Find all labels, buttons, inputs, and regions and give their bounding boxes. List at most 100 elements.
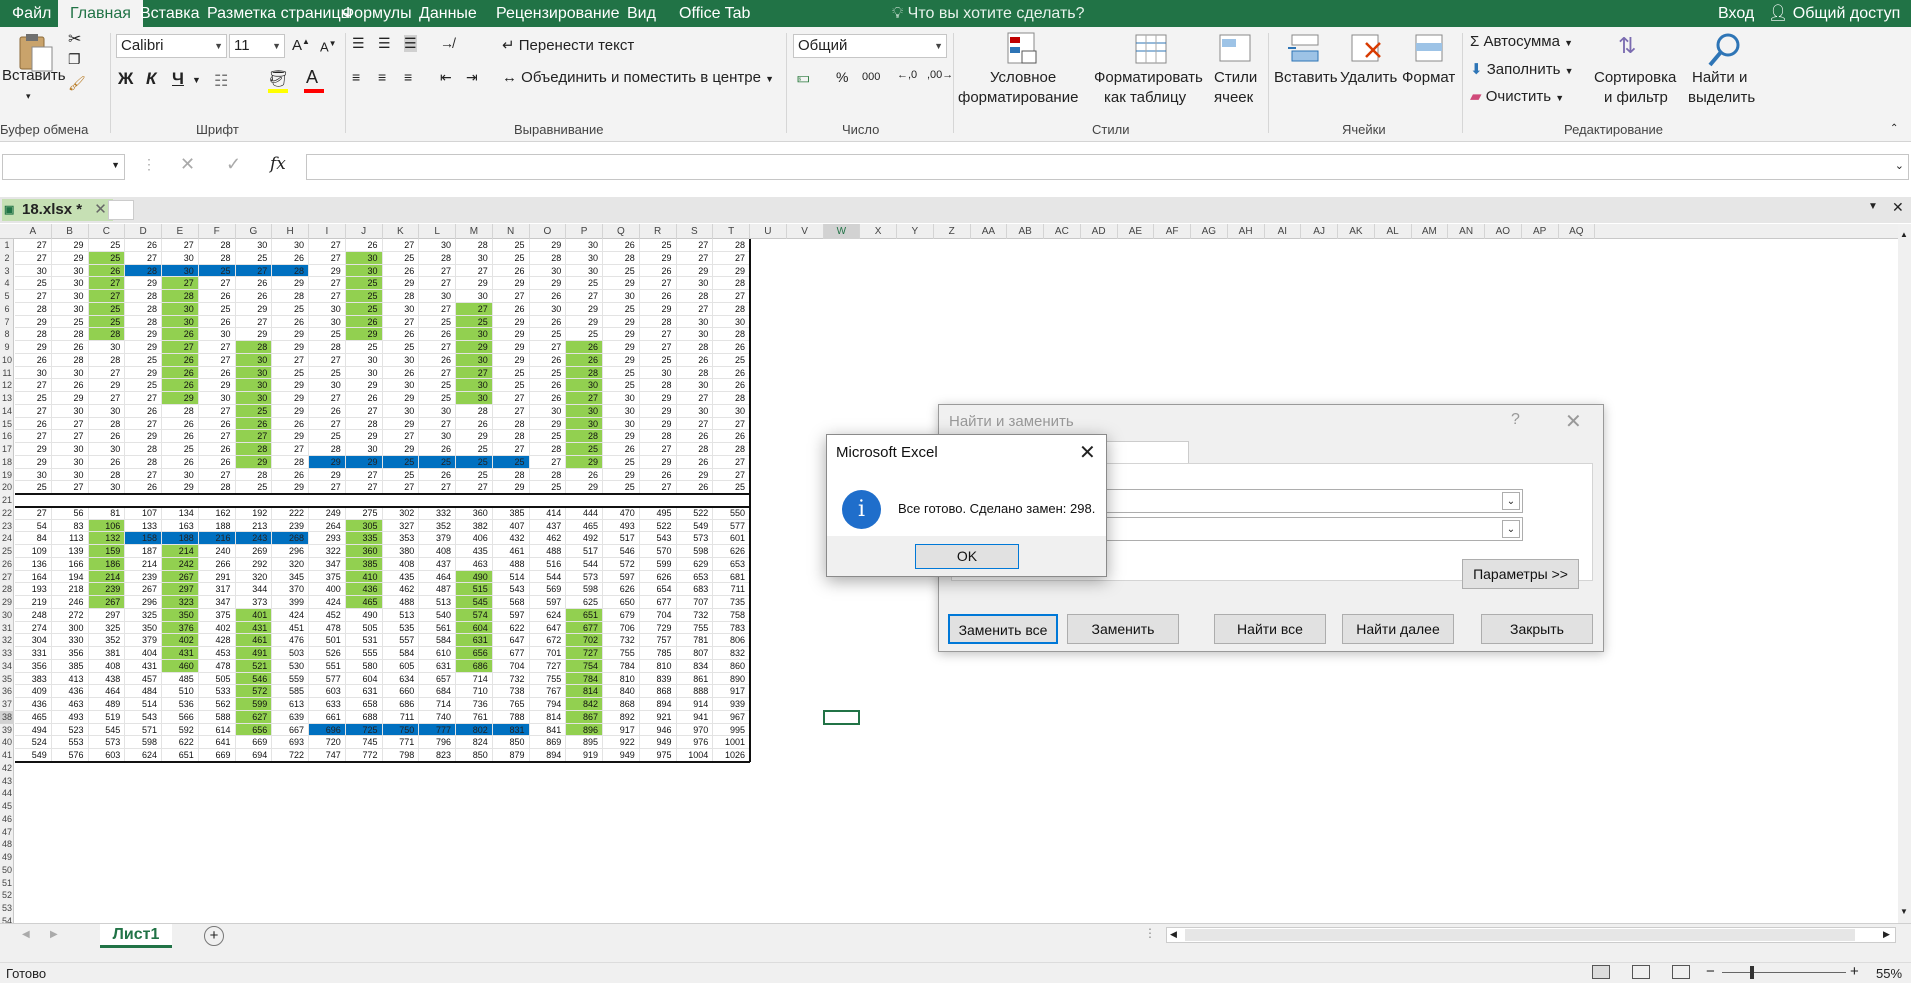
column-header[interactable]: AO [1485, 224, 1522, 239]
row-header[interactable]: 2 [0, 252, 14, 265]
cell[interactable]: 599 [235, 698, 273, 711]
cell[interactable]: 134 [162, 506, 199, 520]
cell[interactable]: 28 [88, 328, 126, 341]
cell[interactable]: 379 [125, 634, 162, 647]
row-header[interactable]: 35 [0, 673, 14, 686]
cell[interactable]: 706 [603, 621, 640, 635]
cell[interactable]: 540 [419, 608, 456, 622]
cell[interactable]: 625 [566, 596, 603, 609]
column-header[interactable]: AN [1448, 224, 1485, 239]
chevron-down-icon[interactable]: ▼ [192, 75, 201, 85]
cell[interactable]: 783 [713, 621, 750, 635]
increase-decimal-icon[interactable]: ←,0 [897, 69, 917, 81]
scroll-left-icon[interactable]: ◀ [1170, 929, 1177, 940]
cell[interactable]: 27 [419, 277, 456, 290]
cell[interactable]: 25 [198, 302, 236, 316]
cell[interactable]: 30 [676, 404, 714, 418]
cell[interactable]: 25 [345, 277, 383, 290]
cell[interactable]: 515 [456, 583, 493, 596]
column-header[interactable]: AQ [1559, 224, 1596, 239]
cell[interactable]: 187 [125, 545, 162, 558]
cell[interactable]: 914 [676, 698, 714, 711]
cell[interactable]: 164 [15, 570, 52, 584]
cell[interactable]: 347 [309, 557, 346, 571]
cell[interactable]: 26 [51, 341, 89, 354]
cell[interactable]: 28 [529, 251, 567, 265]
cell[interactable]: 464 [419, 570, 456, 584]
cell[interactable]: 30 [382, 302, 420, 316]
cell[interactable]: 777 [419, 723, 456, 737]
row-header[interactable]: 9 [0, 341, 14, 354]
cell[interactable]: 27 [419, 341, 456, 354]
cell[interactable]: 584 [382, 647, 420, 660]
cell[interactable]: 25 [419, 379, 456, 392]
cell[interactable]: 545 [88, 723, 126, 737]
cell[interactable]: 26 [88, 455, 126, 469]
row-header[interactable]: 17 [0, 443, 14, 456]
cell[interactable]: 25 [345, 290, 383, 303]
cell[interactable]: 106 [88, 519, 126, 533]
cell[interactable]: 939 [713, 698, 750, 711]
cell[interactable]: 27 [51, 430, 89, 443]
cell[interactable]: 832 [713, 647, 750, 660]
cell[interactable]: 647 [529, 621, 567, 635]
cell[interactable]: 28 [676, 443, 714, 456]
cell[interactable]: 248 [15, 608, 52, 622]
cell[interactable]: 29 [492, 328, 530, 341]
fill-button[interactable]: ⬇︎ Заполнить ▼ [1470, 60, 1573, 78]
cell[interactable]: 660 [382, 685, 420, 698]
autosum-button[interactable]: Σ Автосумма ▼ [1470, 33, 1573, 50]
cell[interactable]: 30 [235, 379, 273, 392]
cell[interactable]: 570 [639, 545, 677, 558]
cell[interactable]: 29 [51, 239, 89, 252]
cell[interactable]: 27 [51, 417, 89, 431]
cell[interactable]: 26 [419, 443, 456, 456]
cell[interactable]: 796 [419, 736, 456, 749]
cell[interactable]: 677 [566, 621, 603, 635]
cell[interactable]: 25 [529, 430, 567, 443]
cell[interactable]: 577 [309, 672, 346, 686]
cell[interactable]: 29 [603, 430, 640, 443]
cell[interactable]: 402 [162, 634, 199, 647]
cell[interactable]: 213 [235, 519, 273, 533]
cell[interactable]: 27 [713, 417, 750, 431]
decrease-font-icon[interactable]: A▼ [320, 39, 337, 54]
italic-button[interactable]: К [146, 69, 156, 89]
column-header[interactable]: I [309, 224, 346, 239]
horizontal-scrollbar[interactable]: ◀ ▶ [1166, 927, 1896, 943]
cell[interactable]: 435 [456, 545, 493, 558]
cell[interactable]: 755 [676, 621, 714, 635]
cell[interactable]: 27 [88, 277, 126, 290]
cell[interactable]: 26 [198, 455, 236, 469]
cell[interactable]: 29 [272, 392, 309, 405]
cell[interactable]: 765 [492, 698, 530, 711]
cell[interactable]: 465 [566, 519, 603, 533]
cell[interactable]: 519 [88, 710, 126, 724]
cell[interactable]: 598 [125, 736, 162, 749]
cell[interactable]: 30 [162, 264, 199, 278]
cell[interactable]: 754 [566, 659, 603, 673]
cell[interactable]: 25 [456, 315, 493, 329]
cell[interactable]: 25 [492, 251, 530, 265]
cell[interactable]: 27 [676, 392, 714, 405]
cell[interactable]: 27 [419, 366, 456, 380]
align-center-icon[interactable]: ≡ [378, 69, 386, 85]
cell[interactable]: 29 [15, 443, 52, 456]
cell[interactable]: 27 [639, 443, 677, 456]
cell[interactable]: 163 [162, 519, 199, 533]
cell[interactable]: 30 [382, 404, 420, 418]
cell[interactable]: 29 [272, 379, 309, 392]
cell[interactable]: 408 [419, 545, 456, 558]
cell[interactable]: 30 [51, 443, 89, 456]
cell[interactable]: 531 [345, 634, 383, 647]
cell[interactable]: 631 [419, 659, 456, 673]
cell[interactable]: 25 [345, 302, 383, 316]
conditional-formatting-button[interactable]: Условное форматирование [958, 29, 1088, 119]
cell[interactable]: 27 [676, 251, 714, 265]
cell[interactable]: 29 [492, 353, 530, 367]
cell[interactable]: 25 [309, 328, 346, 341]
row-header[interactable]: 52 [0, 889, 14, 902]
scroll-left-icon[interactable]: ◀ [22, 929, 30, 940]
cell[interactable]: 840 [603, 685, 640, 698]
row-header[interactable]: 28 [0, 583, 14, 596]
